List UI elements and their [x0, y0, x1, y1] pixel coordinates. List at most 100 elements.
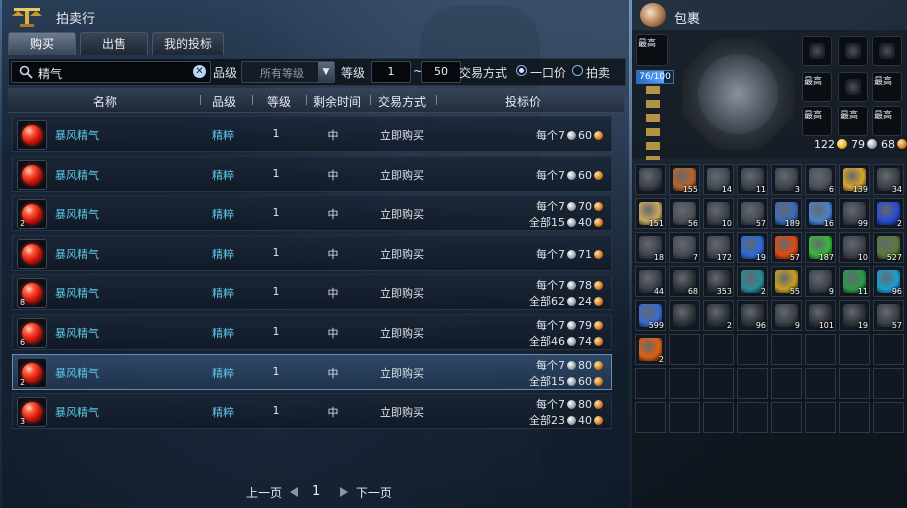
inventory-slot[interactable]: 16	[805, 198, 836, 229]
inventory-slot[interactable]: 99	[839, 198, 870, 229]
inventory-slot[interactable]: 96	[873, 266, 904, 297]
inventory-slot[interactable]: 57	[737, 198, 768, 229]
inventory-slot[interactable]: 57	[873, 300, 904, 331]
table-row[interactable]: 暴风精气 精粹 1 中 立即购买 每个7 60	[12, 155, 612, 192]
inventory-slot[interactable]: 2	[703, 300, 734, 331]
empty-inventory-slot[interactable]	[839, 368, 870, 399]
empty-inventory-slot[interactable]	[805, 334, 836, 365]
item-icon[interactable]: 3	[17, 397, 47, 428]
equip-slot[interactable]	[838, 36, 868, 66]
equip-slot[interactable]	[838, 72, 868, 102]
inventory-slot[interactable]: 172	[703, 232, 734, 263]
empty-inventory-slot[interactable]	[703, 334, 734, 365]
item-icon[interactable]: 6	[17, 318, 47, 348]
empty-inventory-slot[interactable]	[839, 402, 870, 433]
inventory-slot[interactable]: 599	[635, 300, 666, 331]
inventory-slot[interactable]: 9	[805, 266, 836, 297]
inventory-slot[interactable]	[669, 300, 700, 331]
empty-inventory-slot[interactable]	[771, 402, 802, 433]
inventory-slot[interactable]: 18	[635, 232, 666, 263]
empty-inventory-slot[interactable]	[635, 368, 666, 399]
equip-slot[interactable]: 最高	[802, 106, 832, 136]
empty-inventory-slot[interactable]	[805, 368, 836, 399]
inventory-slot[interactable]: 3	[771, 164, 802, 195]
radio-buyout-label[interactable]: 一口价	[530, 64, 566, 81]
empty-inventory-slot[interactable]	[805, 402, 836, 433]
empty-inventory-slot[interactable]	[669, 334, 700, 365]
inventory-slot[interactable]	[635, 164, 666, 195]
inventory-slot[interactable]: 96	[737, 300, 768, 331]
inventory-slot[interactable]: 14	[703, 164, 734, 195]
empty-inventory-slot[interactable]	[635, 402, 666, 433]
empty-inventory-slot[interactable]	[873, 402, 904, 433]
equip-slot[interactable]: 最高	[838, 106, 868, 136]
inventory-slot[interactable]: 2	[635, 334, 666, 365]
clear-search-icon[interactable]: ✕	[193, 65, 206, 78]
inventory-slot[interactable]: 151	[635, 198, 666, 229]
table-row[interactable]: 暴风精气 精粹 1 中 立即购买 每个7 71	[12, 234, 612, 271]
empty-inventory-slot[interactable]	[873, 334, 904, 365]
item-name[interactable]: 暴风精气	[55, 285, 99, 301]
table-row[interactable]: 暴风精气 精粹 1 中 立即购买 每个7 60	[12, 116, 612, 152]
table-row[interactable]: 2 暴风精气 精粹 1 中 立即购买 每个7 80 全部15 60	[12, 353, 612, 390]
inventory-slot[interactable]: 68	[669, 266, 700, 297]
table-row[interactable]: 8 暴风精气 精粹 1 中 立即购买 每个7 78 全部62 24	[12, 274, 612, 311]
inventory-slot[interactable]: 10	[839, 232, 870, 263]
radio-buyout[interactable]	[516, 65, 527, 76]
item-name[interactable]: 暴风精气	[55, 404, 99, 420]
item-name[interactable]: 暴风精气	[55, 206, 99, 222]
inventory-slot[interactable]: 44	[635, 266, 666, 297]
item-name[interactable]: 暴风精气	[55, 246, 99, 262]
inventory-slot[interactable]: 10	[703, 198, 734, 229]
empty-inventory-slot[interactable]	[771, 334, 802, 365]
level-max-input[interactable]: 50	[421, 61, 461, 83]
inventory-slot[interactable]: 11	[737, 164, 768, 195]
empty-inventory-slot[interactable]	[703, 402, 734, 433]
tab-my-bids[interactable]: 我的投标	[152, 32, 224, 55]
column-header-time[interactable]: 剩余时间	[308, 93, 366, 110]
column-header-name[interactable]: 名称	[68, 93, 142, 110]
radio-auction[interactable]	[572, 65, 583, 76]
inventory-slot[interactable]: 187	[805, 232, 836, 263]
item-icon[interactable]	[17, 159, 47, 190]
item-icon[interactable]: 8	[17, 278, 47, 309]
empty-inventory-slot[interactable]	[737, 402, 768, 433]
inventory-slot[interactable]: 55	[771, 266, 802, 297]
column-header-trade[interactable]: 交易方式	[372, 93, 432, 110]
inventory-slot[interactable]: 155	[669, 164, 700, 195]
prev-page-button[interactable]: 上一页	[246, 484, 298, 501]
equip-slot[interactable]: 最高	[802, 72, 832, 102]
item-icon[interactable]: 2	[17, 357, 47, 388]
inventory-slot[interactable]: 101	[805, 300, 836, 331]
empty-inventory-slot[interactable]	[669, 402, 700, 433]
column-header-price[interactable]: 投标价	[486, 93, 560, 110]
item-icon[interactable]: 2	[17, 199, 47, 230]
item-name[interactable]: 暴风精气	[55, 365, 99, 381]
grade-select[interactable]: 所有等级 ▼	[241, 61, 335, 83]
inventory-slot[interactable]: 34	[873, 164, 904, 195]
column-header-level[interactable]: 等级	[256, 93, 302, 110]
inventory-slot[interactable]: 2	[737, 266, 768, 297]
inventory-slot[interactable]: 189	[771, 198, 802, 229]
empty-inventory-slot[interactable]	[873, 368, 904, 399]
empty-inventory-slot[interactable]	[669, 368, 700, 399]
item-name[interactable]: 暴风精气	[55, 127, 99, 143]
equip-slot[interactable]: 最高	[636, 34, 668, 66]
tab-buy[interactable]: 购买	[8, 32, 76, 55]
empty-inventory-slot[interactable]	[703, 368, 734, 399]
inventory-slot[interactable]: 19	[839, 300, 870, 331]
radio-auction-label[interactable]: 拍卖	[586, 64, 610, 81]
inventory-slot[interactable]: 6	[805, 164, 836, 195]
tab-sell[interactable]: 出售	[80, 32, 148, 55]
item-icon[interactable]	[17, 120, 47, 150]
inventory-slot[interactable]: 139	[839, 164, 870, 195]
column-header-grade[interactable]: 品级	[204, 93, 244, 110]
equip-slot[interactable]	[802, 36, 832, 66]
search-input[interactable]	[36, 63, 190, 83]
empty-inventory-slot[interactable]	[737, 334, 768, 365]
table-row[interactable]: 6 暴风精气 精粹 1 中 立即购买 每个7 79 全部46 74	[12, 314, 612, 350]
next-page-button[interactable]: 下一页	[340, 484, 392, 501]
inventory-slot[interactable]: 19	[737, 232, 768, 263]
empty-inventory-slot[interactable]	[771, 368, 802, 399]
equip-slot[interactable]	[872, 36, 902, 66]
